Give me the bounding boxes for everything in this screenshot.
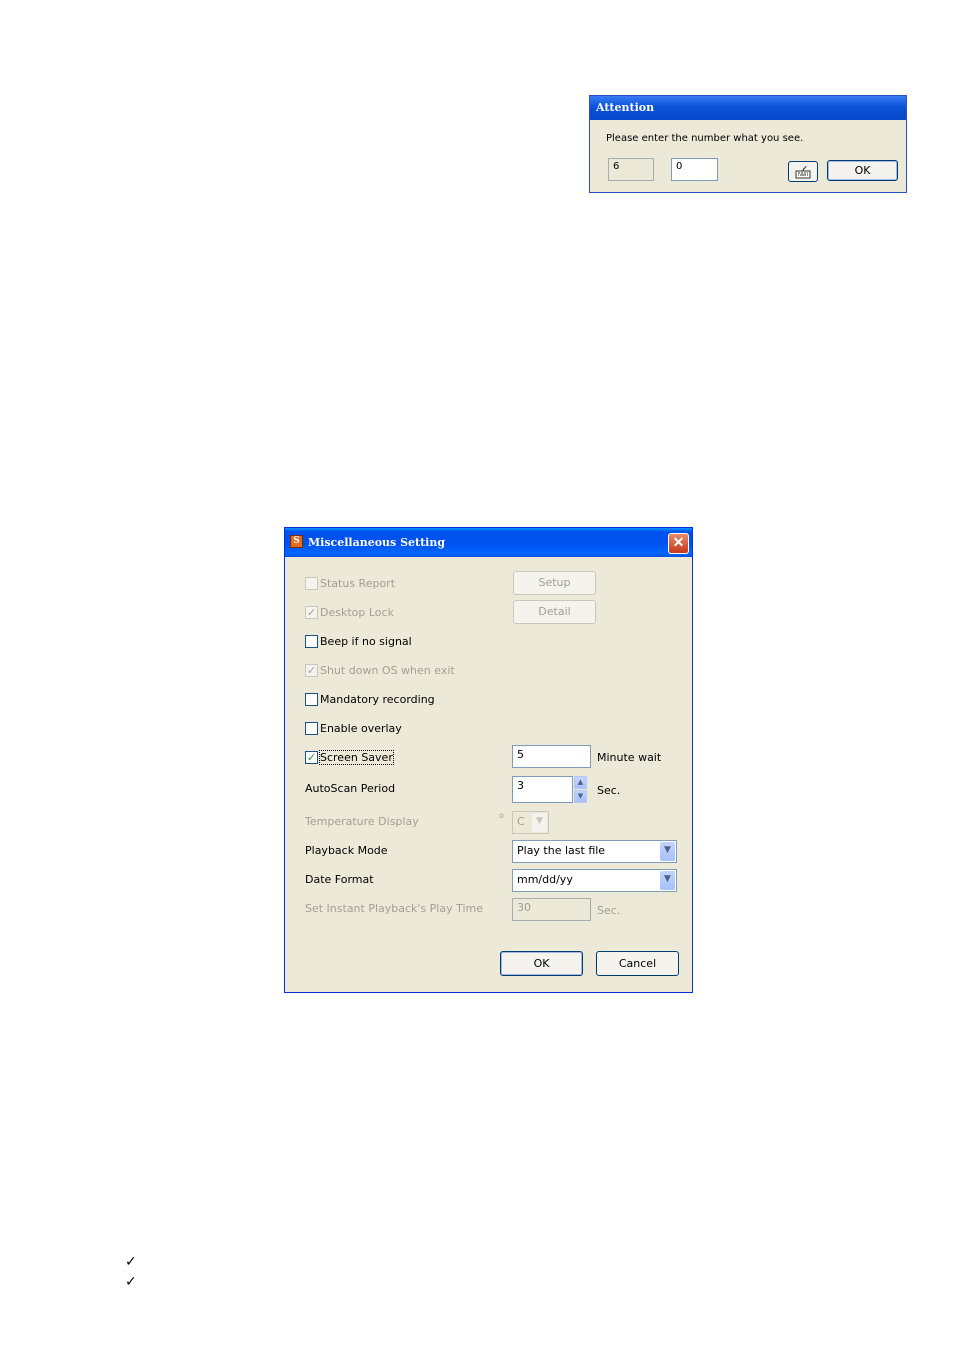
attention-title: Attention <box>590 96 906 120</box>
temperature-label: Temperature Display <box>305 815 419 828</box>
shutdown-label: Shut down OS when exit <box>320 664 455 677</box>
degree-symbol: o <box>499 811 504 820</box>
keyboard-icon <box>795 165 811 179</box>
screensaver-checkbox[interactable]: ✓ <box>305 751 318 764</box>
captcha-input[interactable]: 0 <box>671 158 718 181</box>
screensaver-unit: Minute wait <box>597 751 662 764</box>
close-button[interactable]: ✕ <box>668 533 689 554</box>
temperature-unit-select[interactable]: C ▼ <box>512 811 549 834</box>
status-report-checkbox[interactable] <box>305 577 318 590</box>
autoscan-unit: Sec. <box>597 784 621 797</box>
bullet-check-icon: ✓ <box>125 1254 137 1270</box>
status-report-label: Status Report <box>320 577 396 590</box>
chevron-down-icon: ▼ <box>660 842 675 861</box>
check-icon: ✓ <box>306 606 317 619</box>
beep-checkbox[interactable] <box>305 635 318 648</box>
screensaver-label: Screen Saver <box>319 750 394 765</box>
chevron-down-icon: ▼ <box>532 813 547 832</box>
setup-button[interactable]: Setup <box>513 571 596 595</box>
misc-setting-dialog: S Miscellaneous Setting ✕ Status Report … <box>284 527 693 993</box>
app-icon: S <box>290 535 303 548</box>
attention-ok-button[interactable]: OK <box>827 160 898 181</box>
arrow-down-icon: ▼ <box>577 792 584 800</box>
playback-mode-label: Playback Mode <box>305 844 388 857</box>
screensaver-minutes-input[interactable]: 5 <box>512 745 591 768</box>
instant-playback-unit: Sec. <box>597 904 621 917</box>
cancel-button[interactable]: Cancel <box>596 951 679 976</box>
playback-mode-value: Play the last file <box>517 844 606 857</box>
overlay-checkbox[interactable] <box>305 722 318 735</box>
attention-message: Please enter the number what you see. <box>606 133 804 144</box>
instant-playback-input[interactable]: 30 <box>512 898 591 921</box>
desktop-lock-checkbox[interactable]: ✓ <box>305 606 318 619</box>
mandatory-recording-checkbox[interactable] <box>305 693 318 706</box>
bullet-check-icon: ✓ <box>125 1274 137 1290</box>
instant-playback-label: Set Instant Playback's Play Time <box>305 902 484 915</box>
spin-down-button[interactable]: ▼ <box>574 790 587 803</box>
date-format-value: mm/dd/yy <box>517 873 573 886</box>
check-icon: ✓ <box>306 664 317 677</box>
captcha-number-display: 6 <box>608 158 654 181</box>
shutdown-checkbox[interactable]: ✓ <box>305 664 318 677</box>
desktop-lock-label: Desktop Lock <box>320 606 394 619</box>
mandatory-recording-label: Mandatory recording <box>320 693 435 706</box>
misc-titlebar: S Miscellaneous Setting ✕ <box>285 528 692 557</box>
temperature-unit-value: C <box>517 815 525 828</box>
check-icon: ✓ <box>306 751 317 764</box>
arrow-up-icon: ▲ <box>577 778 584 786</box>
overlay-label: Enable overlay <box>320 722 402 735</box>
attention-dialog: Attention Please enter the number what y… <box>589 95 907 193</box>
ok-button[interactable]: OK <box>500 951 583 976</box>
keyboard-button[interactable] <box>788 161 818 182</box>
misc-title: Miscellaneous Setting <box>308 536 446 549</box>
close-icon: ✕ <box>672 535 685 551</box>
autoscan-label: AutoScan Period <box>305 782 396 795</box>
beep-label: Beep if no signal <box>320 635 412 648</box>
date-format-label: Date Format <box>305 873 374 886</box>
spin-up-button[interactable]: ▲ <box>574 776 587 789</box>
date-format-select[interactable]: mm/dd/yy ▼ <box>512 869 677 892</box>
detail-button[interactable]: Detail <box>513 600 596 624</box>
playback-mode-select[interactable]: Play the last file ▼ <box>512 840 677 863</box>
autoscan-input[interactable]: 3 <box>512 776 573 803</box>
chevron-down-icon: ▼ <box>660 871 675 890</box>
